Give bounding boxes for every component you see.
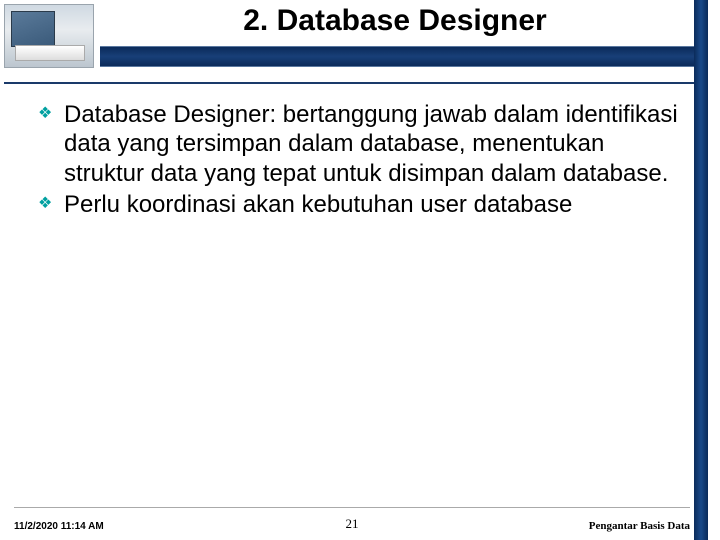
list-item: ❖ Database Designer: bertanggung jawab d… [38, 100, 680, 188]
bullet-text: Perlu koordinasi akan kebutuhan user dat… [64, 191, 572, 218]
slide-body: ❖ Database Designer: bertanggung jawab d… [38, 100, 680, 221]
header-divider [4, 82, 694, 84]
diamond-bullet-icon: ❖ [38, 197, 52, 211]
slide-header: 2. Database Designer [0, 0, 720, 90]
slide-title: 2. Database Designer [100, 4, 690, 38]
footer-divider [14, 507, 690, 508]
bullet-text: Database Designer: bertanggung jawab dal… [64, 101, 678, 187]
footer-course-name: Pengantar Basis Data [589, 520, 690, 532]
title-underline-bar [100, 46, 694, 67]
logo-image [4, 4, 94, 68]
slide-footer: 11/2/2020 11:14 AM 21 Pengantar Basis Da… [14, 512, 690, 532]
diamond-bullet-icon: ❖ [38, 107, 52, 121]
keyboard-icon [15, 45, 85, 61]
monitor-icon [11, 11, 55, 47]
list-item: ❖ Perlu koordinasi akan kebutuhan user d… [38, 190, 680, 219]
